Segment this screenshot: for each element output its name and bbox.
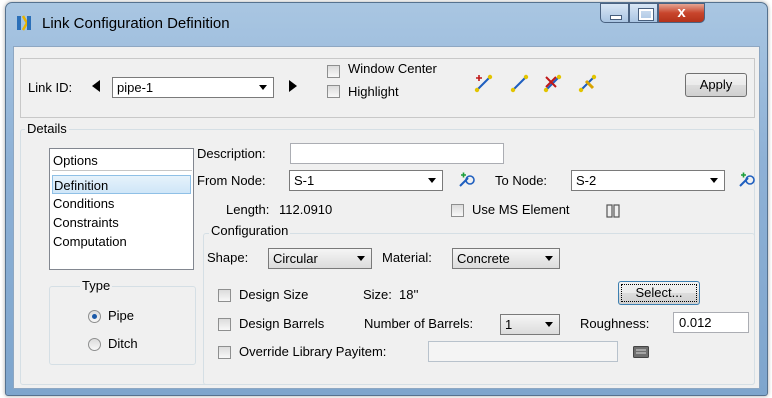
options-header: Options [52,151,192,171]
material-dropdown[interactable]: Concrete [452,248,560,269]
material-value: Concrete [457,251,510,266]
previous-link-icon[interactable] [92,80,100,92]
add-link-icon[interactable] [473,72,495,94]
from-node-dropdown[interactable]: S-1 [289,170,443,191]
select-link-icon[interactable] [509,72,531,94]
description-field[interactable] [290,143,504,164]
type-pipe-radio[interactable] [88,310,101,323]
window-center-checkbox[interactable] [327,65,340,78]
options-item-constraints[interactable]: Constraints [52,213,192,232]
description-label: Description: [197,146,266,161]
edit-link-icon[interactable] [577,72,599,94]
number-of-barrels-label: Number of Barrels: [364,316,474,331]
size-label: Size: [363,287,392,302]
options-listbox[interactable]: Options Definition Conditions Constraint… [49,148,194,270]
title-bar[interactable]: Link Configuration Definition x [6,3,767,46]
to-node-dropdown[interactable]: S-2 [571,170,725,191]
material-label: Material: [382,250,432,265]
from-node-value: S-1 [294,173,315,188]
to-node-label: To Node: [495,173,548,188]
shape-label: Shape: [207,250,249,265]
maximize-icon [639,9,653,20]
type-group-title: Type [80,278,113,293]
options-item-conditions[interactable]: Conditions [52,194,192,213]
chevron-down-icon [357,256,365,261]
select-size-button[interactable]: Select... [618,281,700,305]
link-id-value: pipe-1 [117,80,154,95]
link-id-dropdown[interactable]: pipe-1 [112,77,274,98]
apply-button[interactable]: Apply [685,73,747,97]
chevron-down-icon [545,322,553,327]
design-size-label: Design Size [239,287,309,302]
type-group [49,286,196,365]
type-ditch-label: Ditch [108,336,138,351]
chevron-down-icon [545,256,553,261]
minimize-icon [610,15,622,20]
window-center-label: Window Center [348,61,437,76]
dialog-client-area: Link ID: pipe-1 Window Center Highlight [13,46,760,389]
options-item-computation[interactable]: Computation [52,232,192,251]
chevron-down-icon [259,85,267,90]
app-icon [17,15,31,31]
override-payitem-checkbox[interactable] [218,346,231,359]
number-of-barrels-dropdown[interactable]: 1 [500,314,560,335]
maximize-button[interactable] [629,3,658,23]
roughness-label: Roughness: [580,316,650,331]
highlight-checkbox[interactable] [327,85,340,98]
shape-dropdown[interactable]: Circular [268,248,372,269]
override-payitem-label: Override Library Payitem: [239,344,387,359]
size-value: 18'' [399,287,419,302]
window-title: Link Configuration Definition [42,15,230,32]
options-item-definition[interactable]: Definition [52,175,191,194]
payitem-browse-icon[interactable] [633,346,649,358]
use-ms-element-label: Use MS Element [472,202,570,217]
close-button[interactable]: x [658,3,705,23]
type-ditch-radio[interactable] [88,338,101,351]
type-pipe-label: Pipe [108,308,135,323]
link-toolbar: Link ID: pipe-1 Window Center Highlight [20,58,755,118]
roughness-field[interactable]: 0.012 [673,312,749,333]
minimize-button[interactable] [600,3,629,23]
dialog-window: Link Configuration Definition x Link ID:… [5,2,768,396]
close-icon: x [677,4,686,21]
pick-to-node-icon[interactable] [738,171,756,189]
length-value: 112.0910 [279,202,333,217]
configuration-group-title: Configuration [209,223,291,238]
roughness-value: 0.012 [679,315,712,330]
highlight-label: Highlight [348,84,399,99]
to-node-value: S-2 [576,173,597,188]
chevron-down-icon [710,178,718,183]
chevron-down-icon [428,178,436,183]
delete-link-icon[interactable] [542,72,564,94]
length-label: Length: [226,202,270,217]
use-ms-element-checkbox[interactable] [451,204,464,217]
link-id-label: Link ID: [28,80,73,95]
shape-value: Circular [273,251,318,266]
ms-element-icon[interactable] [605,203,621,219]
design-size-checkbox[interactable] [218,289,231,302]
from-node-label: From Node: [197,173,266,188]
next-link-icon[interactable] [289,80,297,92]
design-barrels-checkbox[interactable] [218,318,231,331]
details-group-title: Details [25,121,69,136]
override-payitem-field[interactable] [428,341,618,362]
pick-from-node-icon[interactable] [458,171,476,189]
number-of-barrels-value: 1 [505,317,513,332]
design-barrels-label: Design Barrels [239,316,325,331]
